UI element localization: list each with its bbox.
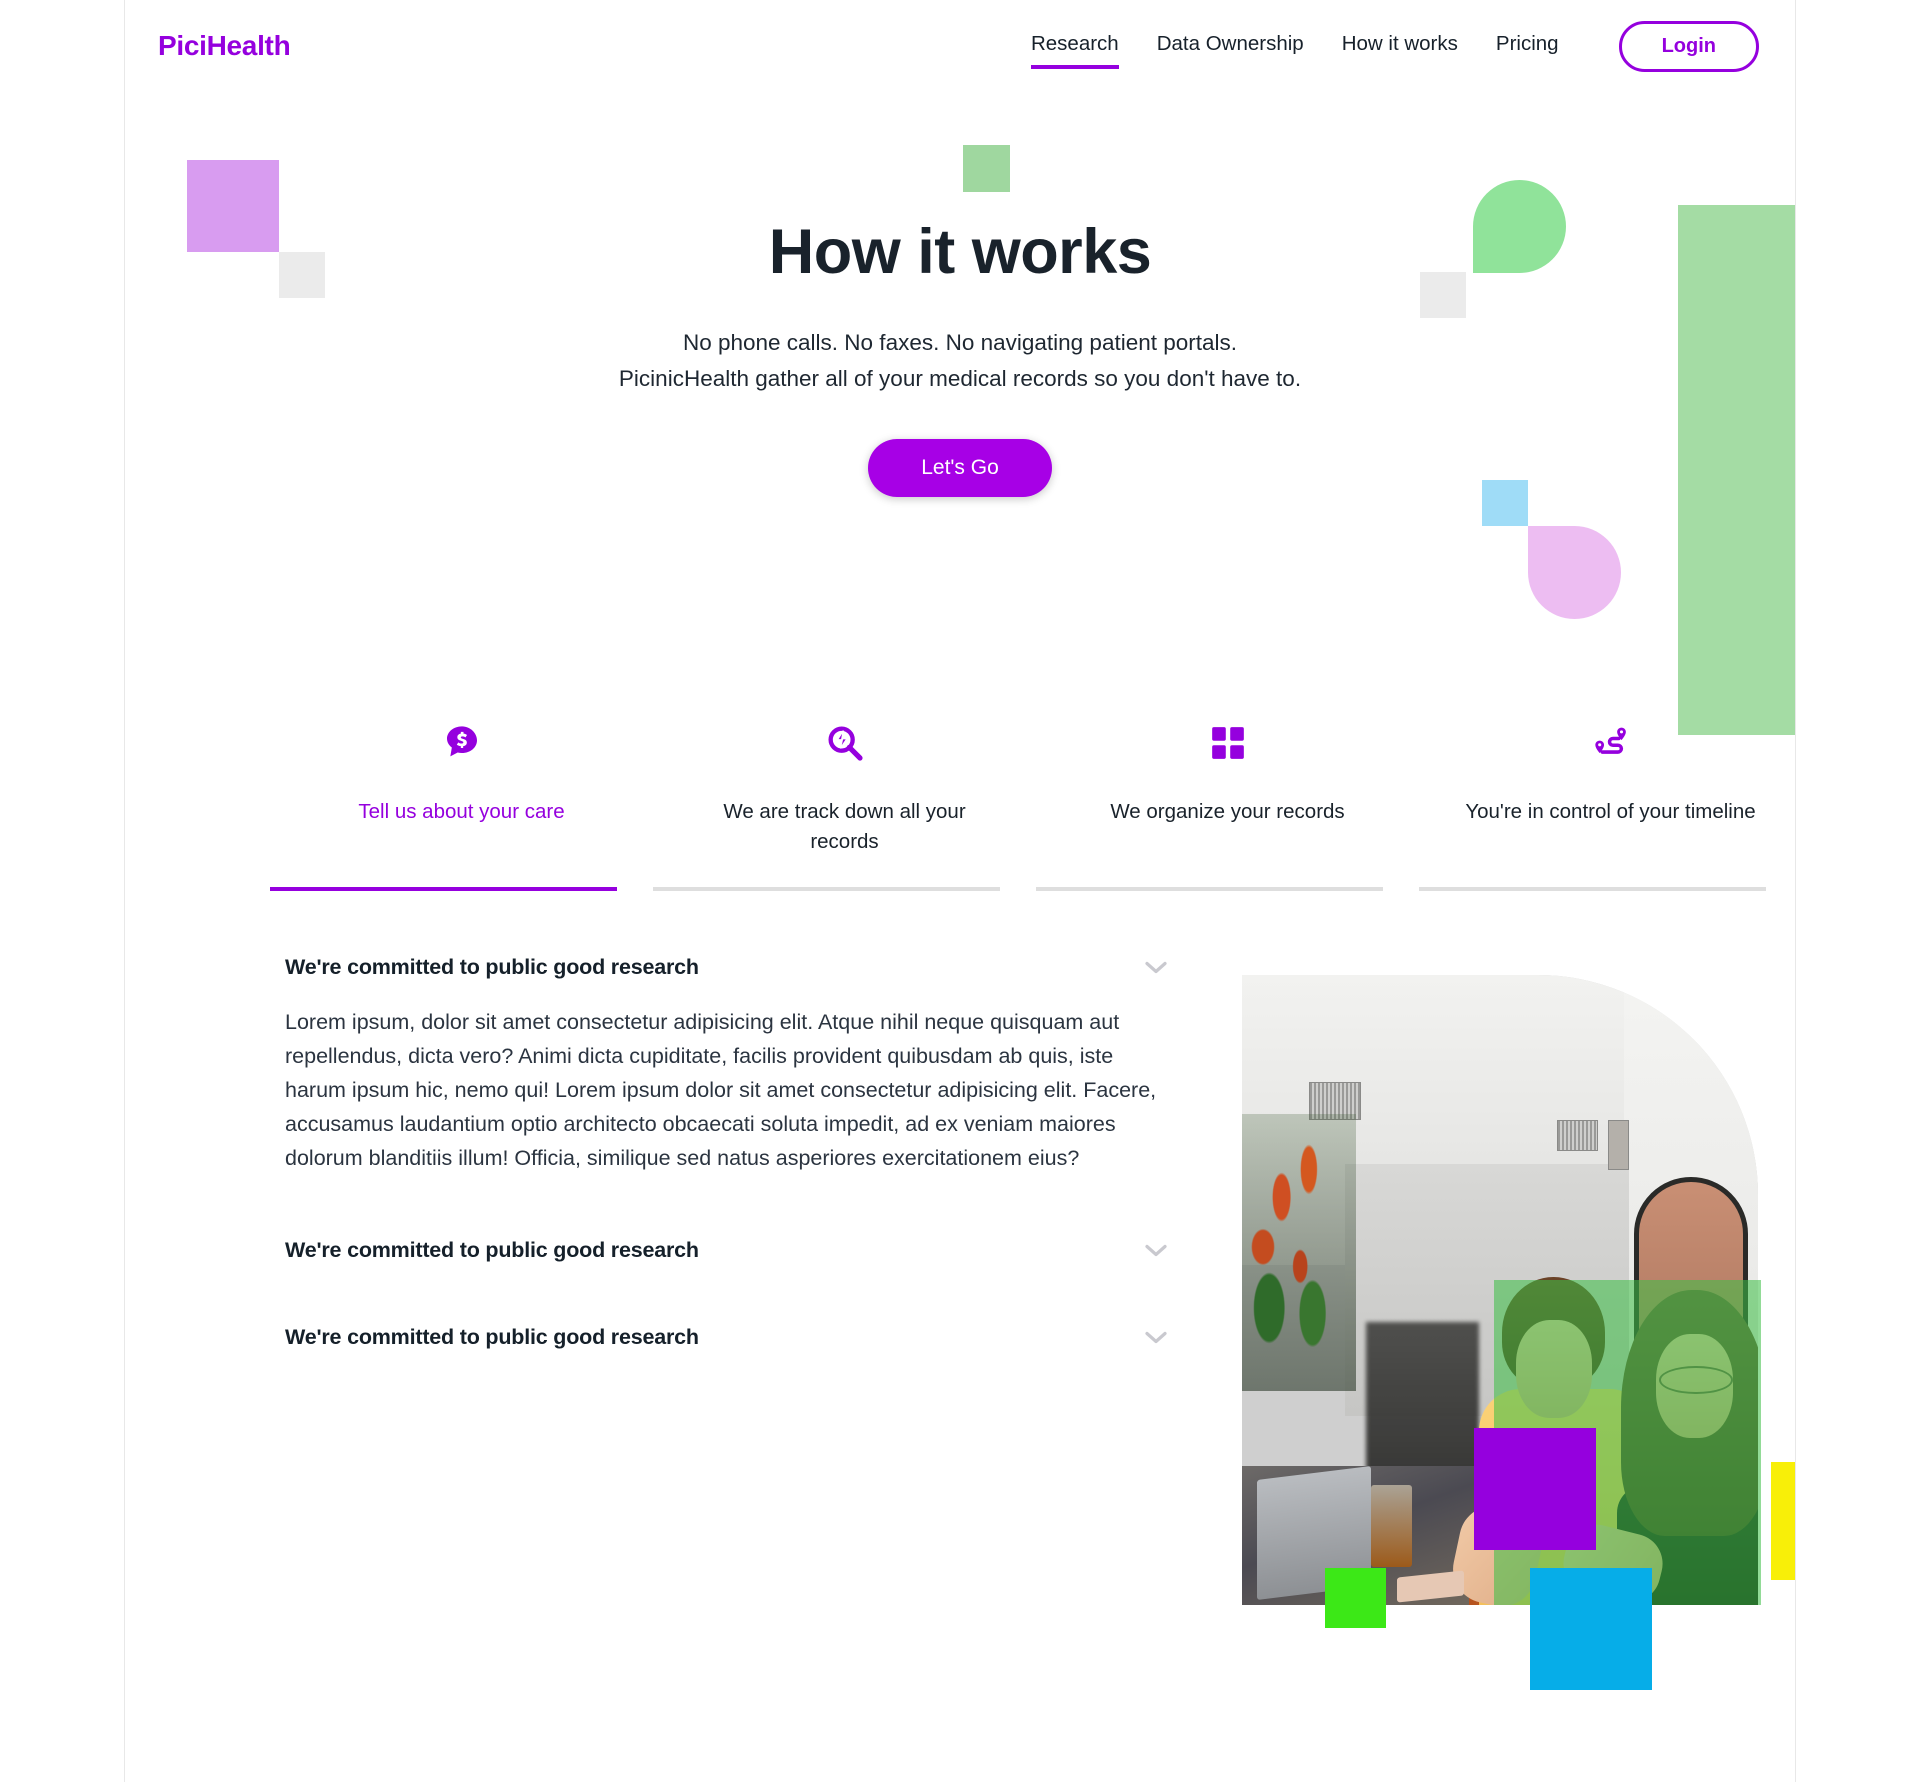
step-tab-organize-records[interactable]: We organize your records: [1036, 715, 1419, 891]
chat-dollar-icon: [270, 715, 653, 771]
nav-item-research[interactable]: Research: [1030, 32, 1119, 69]
step-tab-tell-us-about-your-care[interactable]: Tell us about your care: [270, 715, 653, 891]
overlay-block-yellow: [1771, 1462, 1795, 1580]
accordion-body-1: Lorem ipsum, dolor sit amet consectetur …: [285, 1010, 1157, 1170]
step-tab-control-timeline[interactable]: You're in control of your timeline: [1419, 715, 1795, 891]
grid-squares-icon: [1036, 715, 1419, 771]
accordion-header-2[interactable]: We're committed to public good research: [285, 1238, 1185, 1263]
step-label: Tell us about your care: [358, 800, 565, 823]
hero-section: How it works No phone calls. No faxes. N…: [125, 217, 1795, 498]
nav-item-how-it-works[interactable]: How it works: [1342, 32, 1458, 61]
lets-go-button[interactable]: Let's Go: [868, 439, 1052, 498]
nav-item-pricing[interactable]: Pricing: [1496, 32, 1559, 61]
page-container: PiciHealth Research Data Ownership How i…: [124, 0, 1796, 1782]
accordion-item-1: We're committed to public good research …: [285, 955, 1185, 1176]
step-tab-track-down-records[interactable]: We are track down all your records: [653, 715, 1036, 891]
decor-teardrop-pink: [1528, 526, 1621, 619]
hero-subtitle: No phone calls. No faxes. No navigating …: [125, 325, 1795, 397]
brand-logo[interactable]: PiciHealth: [158, 30, 291, 62]
search-bolt-icon: [653, 715, 1036, 771]
overlay-block-cyan: [1530, 1568, 1652, 1690]
steps-tablist: Tell us about your care We are track dow…: [270, 715, 1795, 891]
step-underline: [653, 887, 1000, 891]
route-pins-icon: [1419, 715, 1795, 771]
overlay-block-purple: [1474, 1428, 1596, 1550]
main-navigation: Research Data Ownership How it works Pri…: [1030, 20, 1759, 72]
accordion-item-3: We're committed to public good research: [285, 1325, 1185, 1350]
accordion-header-1[interactable]: We're committed to public good research: [285, 955, 1185, 980]
page-title: How it works: [768, 217, 1152, 287]
accordion-title: We're committed to public good research: [285, 955, 699, 979]
step-underline: [1419, 887, 1766, 891]
overlay-block-lime: [1325, 1568, 1386, 1628]
accordion-title: We're committed to public good research: [285, 1237, 699, 1262]
step-underline: [1036, 887, 1383, 891]
step-label: You're in control of your timeline: [1465, 800, 1756, 823]
accordion: We're committed to public good research …: [285, 955, 1185, 1350]
accordion-title: We're committed to public good research: [285, 1324, 699, 1349]
site-header: PiciHealth Research Data Ownership How i…: [125, 0, 1795, 92]
step-label: We are track down all your records: [723, 800, 966, 853]
step-label: We organize your records: [1110, 800, 1345, 823]
decor-square-green-top: [963, 145, 1010, 192]
accordion-item-2: We're committed to public good research: [285, 1238, 1185, 1263]
hero-cta-wrapper: Let's Go: [125, 439, 1795, 498]
hero-subtitle-line-2: PicinicHealth gather all of your medical…: [618, 366, 1302, 392]
step-underline: [270, 887, 617, 891]
nav-item-data-ownership[interactable]: Data Ownership: [1157, 32, 1304, 61]
hero-subtitle-line-1: No phone calls. No faxes. No navigating …: [682, 330, 1238, 356]
login-button[interactable]: Login: [1618, 20, 1759, 72]
accordion-header-3[interactable]: We're committed to public good research: [285, 1325, 1185, 1350]
photo-composition: [1125, 950, 1795, 1740]
